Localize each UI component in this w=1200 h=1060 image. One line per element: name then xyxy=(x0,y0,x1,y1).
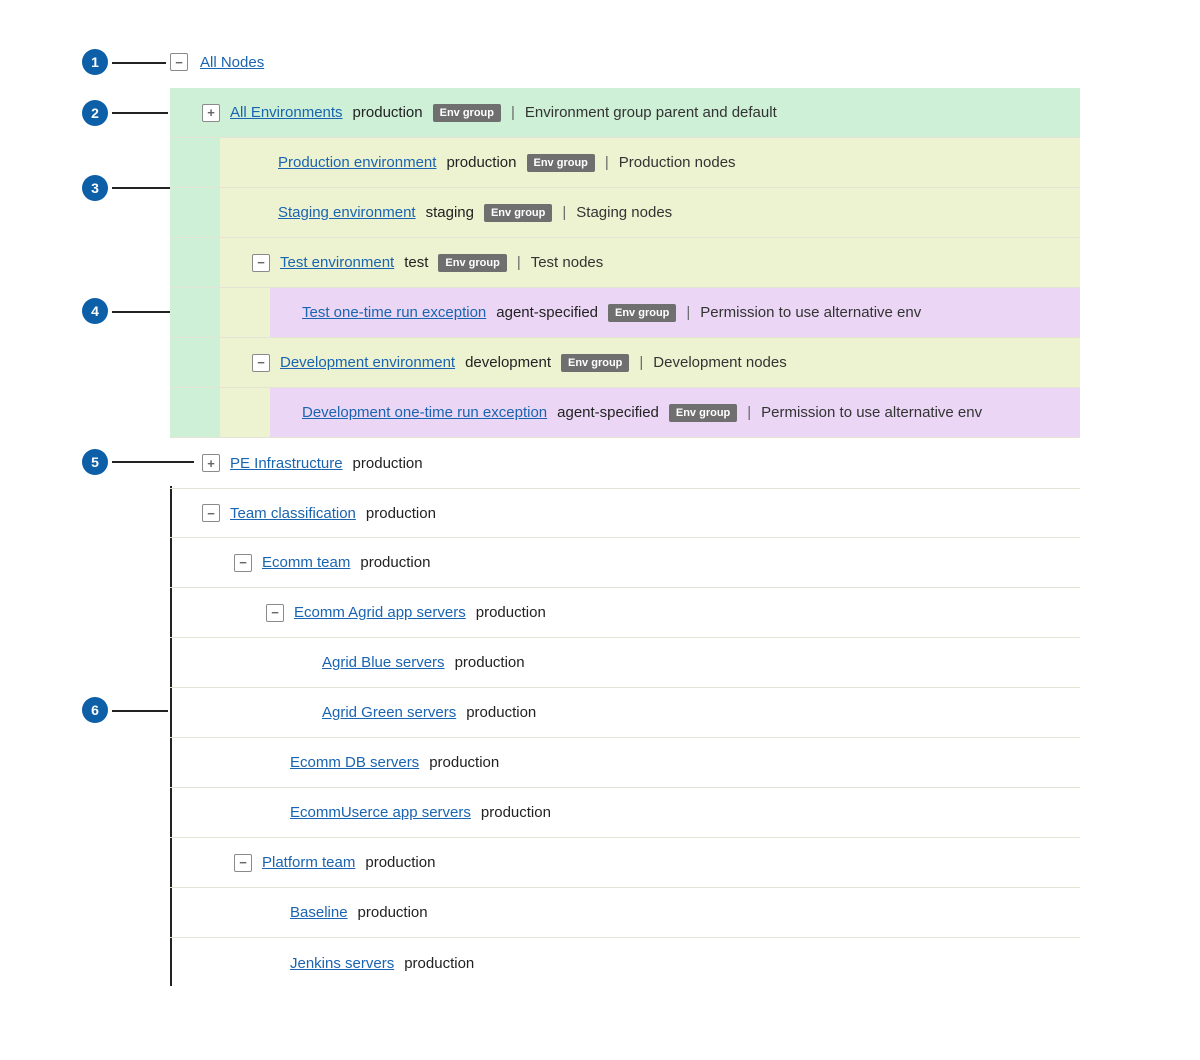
row-all-environments: + All Environments production Env group … xyxy=(170,88,1080,138)
callout-6: 6 xyxy=(82,697,108,723)
link-ecomm-agrid[interactable]: Ecomm Agrid app servers xyxy=(294,604,466,621)
link-test-env[interactable]: Test environment xyxy=(280,254,394,271)
row-desc: Environment group parent and default xyxy=(525,104,777,121)
row-jenkins: Jenkins servers production xyxy=(170,938,1080,988)
callout-3: 3 xyxy=(82,175,108,201)
link-staging-env[interactable]: Staging environment xyxy=(278,204,416,221)
row-pe-infra: + PE Infrastructure production xyxy=(170,438,1080,488)
row-test-env: − Test environment test Env group | Test… xyxy=(170,238,1080,288)
link-pe-infra[interactable]: PE Infrastructure xyxy=(230,455,343,472)
row-staging-env: Staging environment staging Env group | … xyxy=(170,188,1080,238)
link-team-classification[interactable]: Team classification xyxy=(230,505,356,522)
row-dev-env: − Development environment development En… xyxy=(170,338,1080,388)
expand-icon[interactable]: + xyxy=(202,104,220,122)
collapse-icon[interactable]: − xyxy=(170,53,188,71)
env-group-badge: Env group xyxy=(438,254,506,272)
env-group-badge: Env group xyxy=(527,154,595,172)
root-row: − All Nodes xyxy=(170,50,1080,74)
link-agrid-green[interactable]: Agrid Green servers xyxy=(322,704,456,721)
row-test-exception: Test one-time run exception agent-specif… xyxy=(170,288,1080,338)
collapse-icon[interactable]: − xyxy=(266,604,284,622)
link-ecomm-db[interactable]: Ecomm DB servers xyxy=(290,754,419,771)
link-test-exception[interactable]: Test one-time run exception xyxy=(302,304,486,321)
link-ecomm-userce[interactable]: EcommUserce app servers xyxy=(290,804,471,821)
collapse-icon[interactable]: − xyxy=(252,354,270,372)
callout-2: 2 xyxy=(82,100,108,126)
callout-4: 4 xyxy=(82,298,108,324)
link-all-environments[interactable]: All Environments xyxy=(230,104,343,121)
link-agrid-blue[interactable]: Agrid Blue servers xyxy=(322,654,445,671)
row-agrid-blue: Agrid Blue servers production xyxy=(170,638,1080,688)
node-tree: − All Nodes + All Environments productio… xyxy=(170,50,1080,988)
row-ecomm-team: − Ecomm team production xyxy=(170,538,1080,588)
link-production-env[interactable]: Production environment xyxy=(278,154,436,171)
row-ecomm-userce: EcommUserce app servers production xyxy=(170,788,1080,838)
link-baseline[interactable]: Baseline xyxy=(290,904,348,921)
row-baseline: Baseline production xyxy=(170,888,1080,938)
collapse-icon[interactable]: − xyxy=(234,854,252,872)
row-production-env: Production environment production Env gr… xyxy=(170,138,1080,188)
expand-icon[interactable]: + xyxy=(202,454,220,472)
collapse-icon[interactable]: − xyxy=(202,504,220,522)
row-dev-exception: Development one-time run exception agent… xyxy=(170,388,1080,438)
row-ecomm-db: Ecomm DB servers production xyxy=(170,738,1080,788)
callout-1: 1 xyxy=(82,49,108,75)
env-group-badge: Env group xyxy=(433,104,501,122)
row-agrid-green: Agrid Green servers production xyxy=(170,688,1080,738)
link-platform-team[interactable]: Platform team xyxy=(262,854,355,871)
row-ecomm-agrid: − Ecomm Agrid app servers production xyxy=(170,588,1080,638)
env-label: production xyxy=(353,104,423,121)
link-jenkins[interactable]: Jenkins servers xyxy=(290,955,394,972)
env-group-badge: Env group xyxy=(608,304,676,322)
link-ecomm-team[interactable]: Ecomm team xyxy=(262,554,350,571)
link-dev-env[interactable]: Development environment xyxy=(280,354,455,371)
row-team-classification: − Team classification production xyxy=(170,488,1080,538)
env-group-badge: Env group xyxy=(484,204,552,222)
env-group-badge: Env group xyxy=(561,354,629,372)
env-group-badge: Env group xyxy=(669,404,737,422)
collapse-icon[interactable]: − xyxy=(234,554,252,572)
node-all-nodes[interactable]: All Nodes xyxy=(200,54,264,71)
callout-5: 5 xyxy=(82,449,108,475)
row-platform-team: − Platform team production xyxy=(170,838,1080,888)
collapse-icon[interactable]: − xyxy=(252,254,270,272)
link-dev-exception[interactable]: Development one-time run exception xyxy=(302,404,547,421)
